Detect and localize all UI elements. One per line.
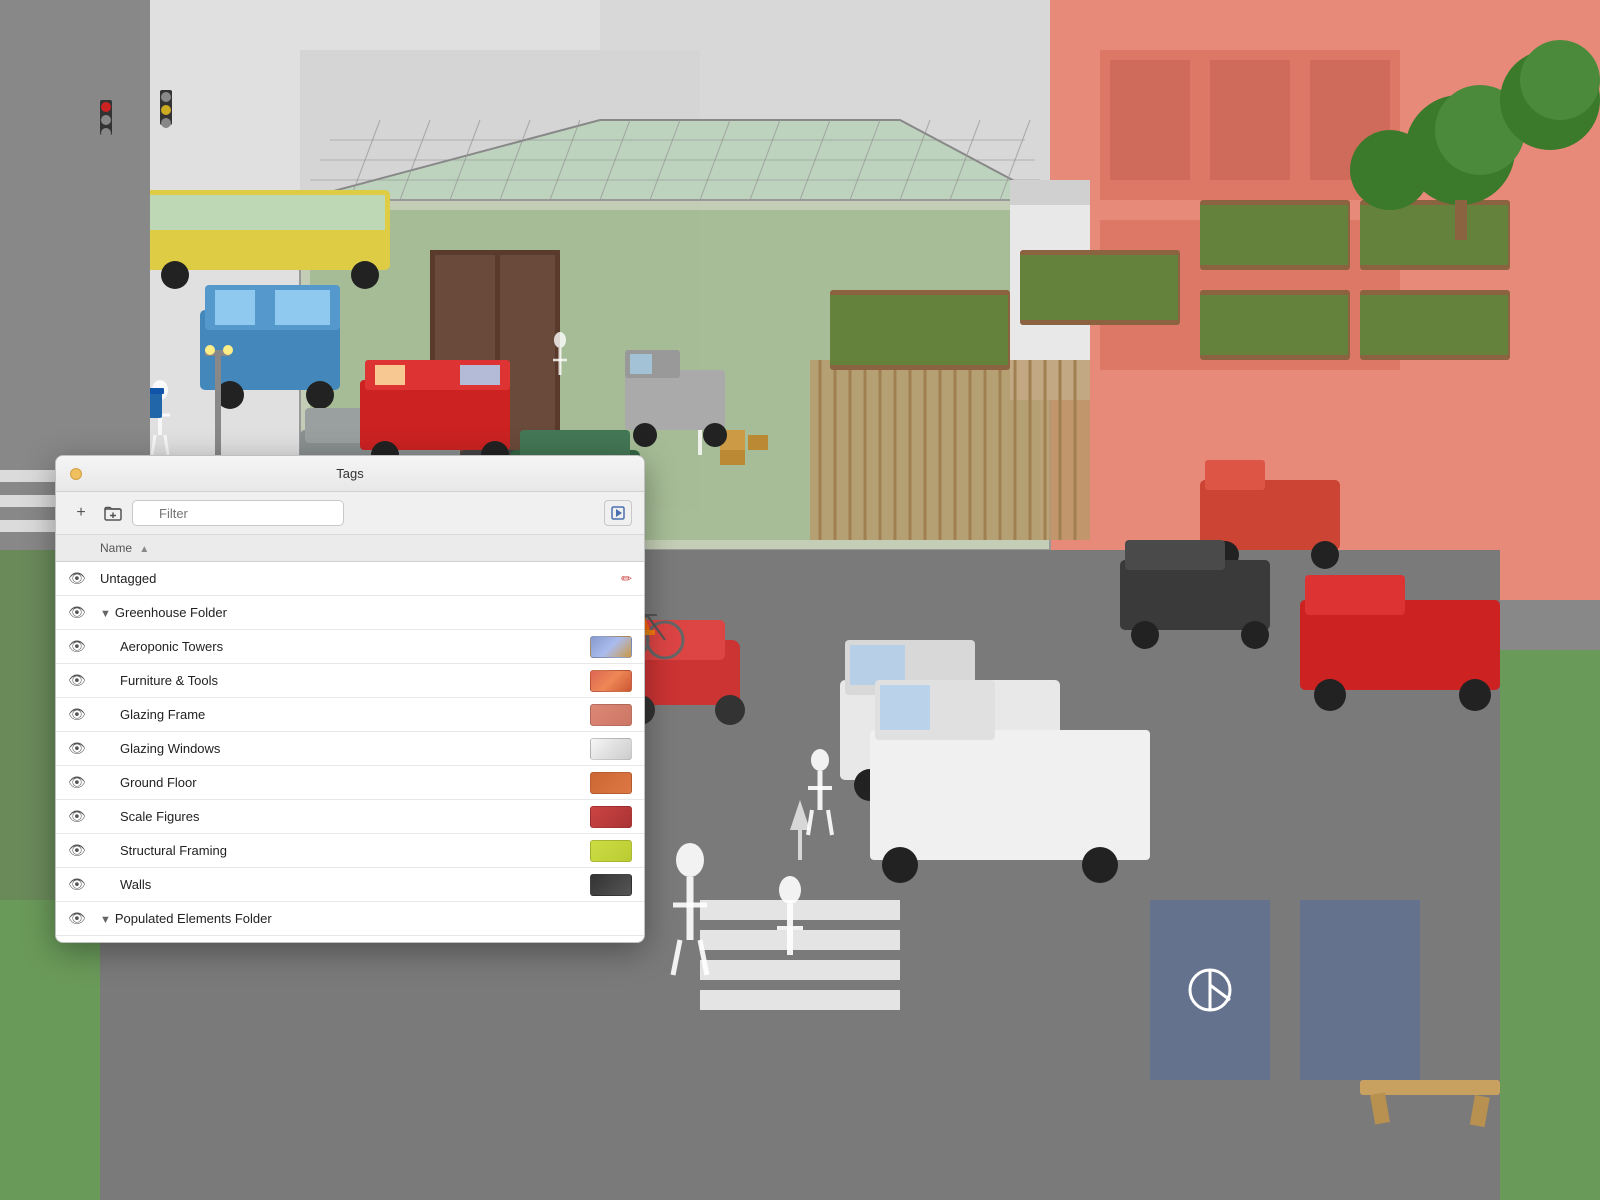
traffic-light[interactable] bbox=[70, 468, 82, 480]
add-folder-button[interactable] bbox=[100, 500, 126, 526]
visibility-toggle-scale-figures-greenhouse[interactable]: 👁 bbox=[68, 808, 100, 825]
visibility-toggle-untagged[interactable]: 👁 bbox=[68, 570, 100, 587]
visibility-toggle-glazing-frame[interactable]: 👁 bbox=[68, 706, 100, 723]
tag-row-ground-floor[interactable]: 👁 Ground Floor bbox=[56, 766, 644, 800]
tag-name-ground-floor: Ground Floor bbox=[120, 775, 590, 790]
tag-name-untagged: Untagged bbox=[100, 571, 617, 586]
visibility-toggle-ground-floor[interactable]: 👁 bbox=[68, 774, 100, 791]
tag-row-structural-framing[interactable]: 👁 Structural Framing bbox=[56, 834, 644, 868]
tag-name-scale-figures-greenhouse: Scale Figures bbox=[120, 809, 590, 824]
tag-name-furniture-tools: Furniture & Tools bbox=[120, 673, 590, 688]
edit-icon-untagged[interactable]: ✏ bbox=[621, 571, 632, 587]
color-swatch-assorted-decoration[interactable] bbox=[590, 942, 632, 943]
tag-row-untagged[interactable]: 👁 Untagged ✏ bbox=[56, 562, 644, 596]
visibility-toggle-furniture-tools[interactable]: 👁 bbox=[68, 672, 100, 689]
visibility-toggle-populated-folder[interactable]: 👁 bbox=[68, 910, 100, 927]
color-swatch-glazing-frame[interactable] bbox=[590, 704, 632, 726]
export-button[interactable] bbox=[604, 500, 632, 526]
panel-titlebar: Tags bbox=[56, 456, 644, 492]
color-swatch-scale-figures-greenhouse[interactable] bbox=[590, 806, 632, 828]
tag-name-aeroponic-towers: Aeroponic Towers bbox=[120, 639, 590, 654]
tag-name-populated-folder: ▼Populated Elements Folder bbox=[100, 911, 632, 926]
tags-list: 👁 Untagged ✏ 👁 ▼Greenhouse Folder 👁 Aero… bbox=[56, 562, 644, 942]
tag-name-glazing-frame: Glazing Frame bbox=[120, 707, 590, 722]
filter-wrapper: 🔍 bbox=[132, 500, 598, 526]
tag-row-scale-figures-greenhouse[interactable]: 👁 Scale Figures bbox=[56, 800, 644, 834]
color-swatch-furniture-tools[interactable] bbox=[590, 670, 632, 692]
tag-row-greenhouse-folder[interactable]: 👁 ▼Greenhouse Folder bbox=[56, 596, 644, 630]
sort-icon[interactable]: ▲ bbox=[139, 544, 149, 555]
panel-title: Tags bbox=[336, 466, 363, 481]
add-tag-button[interactable]: + bbox=[68, 500, 94, 526]
tag-row-walls[interactable]: 👁 Walls bbox=[56, 868, 644, 902]
name-col-header[interactable]: Name ▲ bbox=[100, 541, 582, 555]
tags-panel: Tags + 🔍 Name ▲ bbox=[55, 455, 645, 943]
tag-row-assorted-decoration[interactable]: 👁 Assorted Decoration bbox=[56, 936, 644, 942]
panel-toolbar: + 🔍 bbox=[56, 492, 644, 535]
tag-name-walls: Walls bbox=[120, 877, 590, 892]
color-swatch-walls[interactable] bbox=[590, 874, 632, 896]
tag-name-structural-framing: Structural Framing bbox=[120, 843, 590, 858]
tag-row-glazing-frame[interactable]: 👁 Glazing Frame bbox=[56, 698, 644, 732]
tag-row-glazing-windows[interactable]: 👁 Glazing Windows bbox=[56, 732, 644, 766]
visibility-toggle-aeroponic-towers[interactable]: 👁 bbox=[68, 638, 100, 655]
color-swatch-glazing-windows[interactable] bbox=[590, 738, 632, 760]
tag-row-populated-folder[interactable]: 👁 ▼Populated Elements Folder bbox=[56, 902, 644, 936]
folder-triangle-greenhouse[interactable]: ▼ bbox=[100, 608, 111, 620]
visibility-toggle-greenhouse-folder[interactable]: 👁 bbox=[68, 604, 100, 621]
folder-triangle-populated[interactable]: ▼ bbox=[100, 914, 111, 926]
visibility-toggle-glazing-windows[interactable]: 👁 bbox=[68, 740, 100, 757]
visibility-toggle-structural-framing[interactable]: 👁 bbox=[68, 842, 100, 859]
filter-input[interactable] bbox=[132, 500, 344, 526]
visibility-toggle-walls[interactable]: 👁 bbox=[68, 876, 100, 893]
tag-name-greenhouse-folder: ▼Greenhouse Folder bbox=[100, 605, 632, 620]
tag-row-furniture-tools[interactable]: 👁 Furniture & Tools bbox=[56, 664, 644, 698]
color-swatch-ground-floor[interactable] bbox=[590, 772, 632, 794]
color-swatch-aeroponic-towers[interactable] bbox=[590, 636, 632, 658]
tag-row-aeroponic-towers[interactable]: 👁 Aeroponic Towers bbox=[56, 630, 644, 664]
color-swatch-structural-framing[interactable] bbox=[590, 840, 632, 862]
tag-name-glazing-windows: Glazing Windows bbox=[120, 741, 590, 756]
panel-header-row: Name ▲ bbox=[56, 535, 644, 562]
